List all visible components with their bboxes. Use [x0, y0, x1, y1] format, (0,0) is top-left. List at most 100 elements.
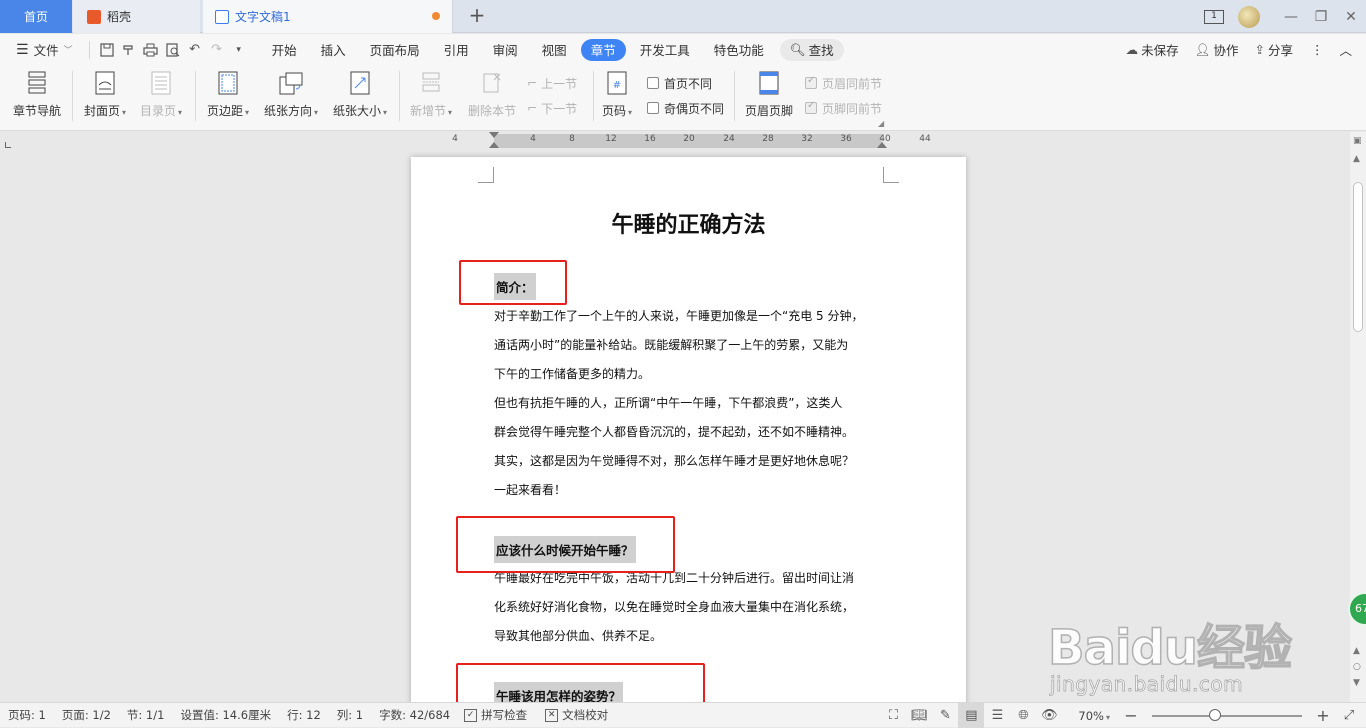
odd-even-different-checkbox[interactable]: 奇偶页不同: [647, 98, 724, 118]
scroll-up-arrow-icon[interactable]: ▲: [1353, 154, 1360, 164]
menu-start[interactable]: 开始: [262, 39, 307, 61]
orientation-button[interactable]: 纸张方向 ▾: [261, 69, 321, 123]
menu-view[interactable]: 视图: [532, 39, 577, 61]
prev-section-button: ⌐ 上一节: [527, 73, 577, 93]
scrollbar-thumb[interactable]: [1353, 182, 1363, 332]
search-button[interactable]: 🔍︎ 查找: [779, 38, 844, 61]
menu-insert[interactable]: 插入: [311, 39, 356, 61]
menu-references[interactable]: 引用: [434, 39, 479, 61]
status-page-code[interactable]: 页码: 1: [0, 707, 54, 723]
section-body[interactable]: 对于辛勤工作了一个上午的人来说，午睡更加像是一个“充电 5 分钟， 通话两小时”…: [494, 302, 889, 505]
document-title[interactable]: 午睡的正确方法: [411, 207, 966, 239]
text-line: 群会觉得午睡完整个人都昏昏沉沉的，提不起劲，还不如不睡精神。: [494, 425, 855, 439]
margin-corner-mark: [478, 167, 494, 183]
first-page-different-checkbox[interactable]: 首页不同: [647, 73, 712, 93]
footer-same-as-prev-checkbox: 页脚同前节: [805, 98, 882, 118]
tab-document[interactable]: W 文字文稿1: [203, 0, 453, 33]
expand-icon[interactable]: ⤢: [1336, 703, 1362, 728]
status-pages[interactable]: 页面: 1/2: [54, 707, 119, 723]
divider: [88, 40, 90, 59]
document-proof-button[interactable]: ✕ 文档校对: [539, 707, 614, 723]
select-browse-object-icon[interactable]: ○: [1353, 662, 1361, 672]
page-window-icon[interactable]: 1: [1204, 9, 1224, 24]
prev-section-icon: ⌐: [527, 76, 538, 90]
chapter-nav-icon: [24, 69, 50, 97]
status-setting[interactable]: 设置值: 14.6厘米: [172, 707, 279, 723]
share-button[interactable]: ⇪ 分享: [1246, 40, 1301, 59]
print-icon[interactable]: [140, 39, 162, 61]
zoom-slider-thumb[interactable]: [1209, 708, 1221, 721]
undo-icon[interactable]: ↶: [184, 39, 206, 61]
page-view-icon[interactable]: ▤: [958, 703, 985, 728]
scroll-top-icon[interactable]: ▣: [1353, 136, 1362, 146]
restore-icon[interactable]: ❐: [1306, 0, 1336, 33]
spell-check-icon: ✓: [464, 708, 478, 722]
zoom-in-icon[interactable]: +: [1310, 703, 1336, 728]
tab-home[interactable]: 首页: [0, 0, 72, 33]
tab-stop-icon[interactable]: [5, 142, 11, 148]
zoom-level[interactable]: 70% ▾: [1070, 709, 1118, 723]
menu-developer[interactable]: 开发工具: [630, 39, 700, 61]
svg-text:#: #: [613, 80, 621, 91]
web-view-icon[interactable]: 🌐︎: [1010, 703, 1036, 728]
next-page-icon[interactable]: ▼: [1353, 678, 1360, 688]
customize-toolbar-icon[interactable]: ▾: [228, 39, 250, 61]
close-icon[interactable]: ✕: [1336, 0, 1366, 33]
spell-check-button[interactable]: ✓ 拼写检查: [458, 707, 533, 723]
tab-home-label: 首页: [23, 10, 48, 24]
status-word-count[interactable]: 字数: 42/684: [371, 707, 458, 723]
checkbox-checked-icon: [805, 100, 817, 114]
outline-view-icon[interactable]: ☰: [984, 703, 1010, 728]
collapse-ribbon-icon[interactable]: ︿: [1333, 40, 1366, 59]
ruler-tick: 12: [605, 134, 617, 144]
menu-page-layout[interactable]: 页面布局: [360, 39, 430, 61]
zoom-slider[interactable]: [1152, 708, 1302, 721]
reading-mode-icon[interactable]: 📖︎: [906, 703, 932, 728]
delete-section-button: 删除本节: [464, 69, 520, 123]
left-indent-marker[interactable]: [489, 142, 499, 148]
file-menu[interactable]: ☰ 文件 ﹀: [6, 39, 83, 61]
document-proof-icon: ✕: [545, 708, 559, 722]
page-number-button[interactable]: # 页码 ▾: [598, 69, 636, 123]
header-footer-button[interactable]: 页眉页脚: [741, 69, 797, 123]
save-icon[interactable]: [96, 39, 118, 61]
chapter-nav-button[interactable]: 章节导航: [10, 69, 64, 123]
document-page[interactable]: 午睡的正确方法 简介： 对于辛勤工作了一个上午的人来说，午睡更加像是一个“充电 …: [411, 157, 966, 702]
print-preview-icon[interactable]: [162, 39, 184, 61]
ribbon-expand-icon[interactable]: ◢: [878, 119, 884, 128]
margin-corner-mark: [883, 167, 899, 183]
eye-protection-icon[interactable]: 👁︎: [1036, 703, 1062, 728]
new-tab-button[interactable]: +: [465, 4, 489, 28]
collaborate-button[interactable]: 👤︎ 协作: [1187, 40, 1247, 59]
menu-special-features[interactable]: 特色功能: [704, 39, 774, 61]
status-section[interactable]: 节: 1/1: [119, 707, 173, 723]
new-section-button: 新增节 ▾: [406, 69, 456, 123]
right-indent-marker[interactable]: [877, 142, 887, 148]
fullscreen-icon[interactable]: ⛶: [880, 703, 906, 728]
zoom-out-icon[interactable]: −: [1118, 703, 1144, 728]
checkbox-checked-icon: [805, 75, 817, 89]
prev-page-icon[interactable]: ▲: [1353, 646, 1360, 656]
margin-button[interactable]: 页边距 ▾: [203, 69, 253, 123]
horizontal-ruler[interactable]: 4 4 8 12 16 20 24 28 32 36 40 44: [0, 132, 1350, 152]
tab-daoke[interactable]: 稻壳: [73, 0, 200, 33]
write-mode-icon[interactable]: ✎: [932, 703, 958, 728]
unsaved-button[interactable]: ☁ 未保存: [1118, 40, 1187, 59]
menu-review[interactable]: 审阅: [483, 39, 528, 61]
paper-size-label: 纸张大小 ▾: [332, 104, 388, 118]
section-body[interactable]: 午睡最好在吃完中午饭，活动十几到二十分钟后进行。留出时间让消 化系统好好消化食物…: [494, 564, 889, 651]
spell-check-label: 拼写检查: [481, 708, 528, 722]
paper-size-button[interactable]: 纸张大小 ▾: [330, 69, 390, 123]
first-line-indent-marker[interactable]: [489, 132, 499, 138]
ruler-tick: 20: [683, 134, 695, 144]
divider: [195, 71, 196, 121]
format-painter-icon[interactable]: [118, 39, 140, 61]
more-icon[interactable]: ⋮: [1301, 42, 1334, 57]
minimize-icon[interactable]: —: [1276, 0, 1306, 33]
redo-icon[interactable]: ↷: [206, 39, 228, 61]
menu-chapter[interactable]: 章节: [580, 38, 626, 61]
cover-page-button[interactable]: 封面页 ▾: [80, 69, 130, 123]
status-row[interactable]: 行: 12: [279, 707, 329, 723]
avatar[interactable]: [1238, 5, 1260, 28]
status-col[interactable]: 列: 1: [329, 707, 371, 723]
